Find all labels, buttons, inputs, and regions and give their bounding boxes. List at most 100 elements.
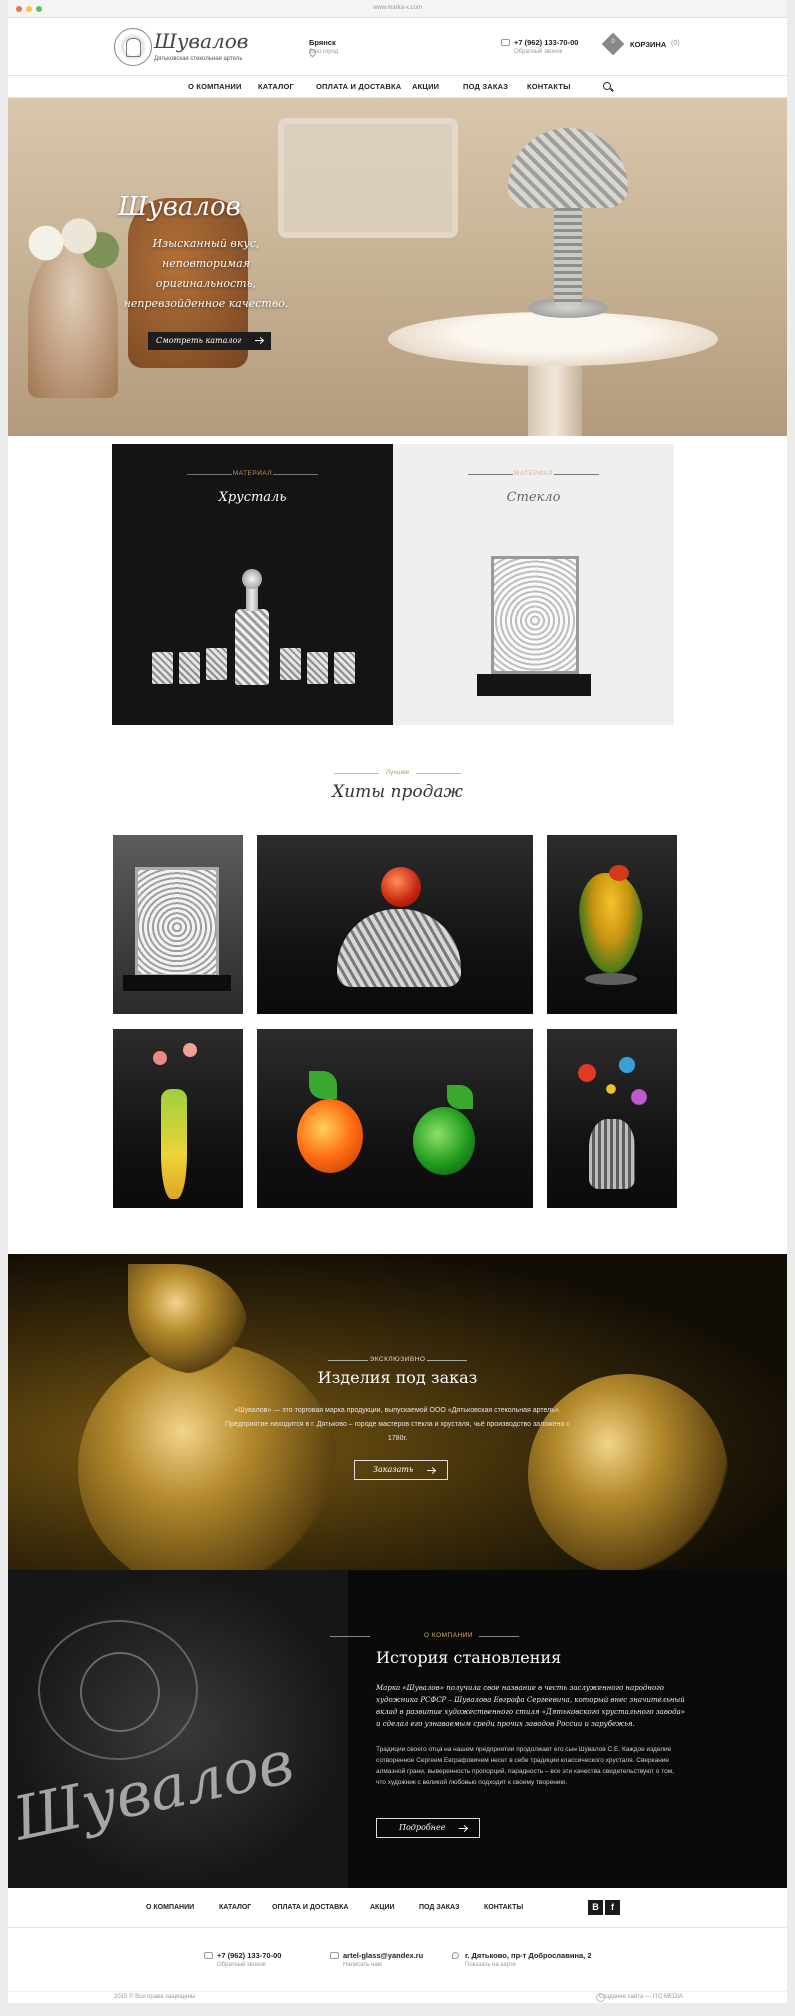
- leaf-image: [447, 1085, 473, 1109]
- hero-lamp-stem: [554, 206, 582, 306]
- nav-item-delivery[interactable]: ОПЛАТА И ДОСТАВКА: [316, 82, 401, 91]
- vase-image: [161, 1089, 187, 1199]
- custom-text: «Шувалов» — это торговая марка продукции…: [225, 1407, 570, 1442]
- rooster-comb: [609, 865, 629, 881]
- product-tile[interactable]: [547, 1029, 677, 1208]
- copyright-text: 2015 © Все права защищены: [114, 1994, 196, 2000]
- hero-flowers-image: [13, 208, 123, 278]
- orange-apple-image: [297, 1099, 363, 1173]
- custom-title: Изделия под заказ: [317, 1368, 478, 1387]
- site: Шувалов Дятьковская стекольная артель Бр…: [8, 18, 787, 2003]
- bestsellers-title: Хиты продаж: [332, 782, 463, 802]
- history-section: Шувалов О КОМПАНИИ История становления М…: [8, 1570, 787, 1888]
- category-name[interactable]: Хрусталь: [112, 490, 393, 505]
- phone-number[interactable]: +7 (962) 133-70-00: [514, 38, 578, 47]
- arrow-right-icon: [459, 1828, 468, 1830]
- footer-map-link[interactable]: Показать на карте: [465, 1962, 516, 1968]
- phone-icon: [204, 1952, 213, 1959]
- footer-phone-number[interactable]: +7 (962) 133-70-00: [217, 1951, 281, 1960]
- footer-nav-about[interactable]: О КОМПАНИИ: [146, 1904, 194, 1911]
- category-name[interactable]: Стекло: [393, 490, 674, 505]
- custom-order-section: ЭКСКЛЮЗИВНО Изделия под заказ «Шувалов» …: [8, 1254, 787, 1570]
- nav-item-about[interactable]: О КОМПАНИИ: [188, 82, 242, 91]
- category-glass[interactable]: МАТЕРИАЛ Стекло: [393, 444, 674, 725]
- mail-icon: [330, 1952, 339, 1959]
- vk-icon[interactable]: В: [588, 1900, 603, 1915]
- more-button[interactable]: Подробнее: [376, 1818, 481, 1838]
- product-tile[interactable]: [257, 835, 533, 1014]
- browser-chrome: www.marka-x.com: [8, 0, 787, 18]
- footer-nav-custom[interactable]: ПОД ЗАКАЗ: [419, 1904, 459, 1911]
- category-kicker: МАТЕРИАЛ: [393, 470, 674, 477]
- footer-email-address[interactable]: artel-glass@yandex.ru: [343, 1951, 423, 1960]
- nav-item-custom[interactable]: ПОД ЗАКАЗ: [463, 82, 508, 91]
- history-kicker: О КОМПАНИИ: [329, 1632, 520, 1639]
- rooster-base: [585, 973, 637, 985]
- callback-link[interactable]: Обратный звонок: [514, 49, 563, 55]
- product-tile[interactable]: [547, 835, 677, 1014]
- product-tile[interactable]: [113, 1029, 243, 1208]
- city-caption: Ваш город: [309, 49, 339, 55]
- glass-image: [179, 652, 200, 684]
- glass-image: [280, 648, 301, 680]
- footer-nav-delivery[interactable]: ОПЛАТА И ДОСТАВКА: [272, 1904, 349, 1911]
- glass-rooster-image: [579, 873, 643, 973]
- footer-nav: О КОМПАНИИ КАТАЛОГ ОПЛАТА И ДОСТАВКА АКЦ…: [8, 1888, 787, 1928]
- nav-item-contacts[interactable]: КОНТАКТЫ: [527, 82, 571, 91]
- facebook-icon[interactable]: f: [605, 1900, 620, 1915]
- crest-icon: [114, 28, 152, 66]
- order-button[interactable]: Заказать: [354, 1460, 449, 1480]
- main-nav: О КОМПАНИИ КАТАЛОГ ОПЛАТА И ДОСТАВКА АКЦ…: [8, 76, 787, 98]
- search-icon[interactable]: [603, 82, 611, 90]
- view-catalog-button[interactable]: Смотреть каталог: [148, 332, 272, 350]
- glass-image: [152, 652, 173, 684]
- crystal-hedgehog-image: [337, 909, 461, 987]
- address-bar[interactable]: www.marka-x.com: [8, 5, 787, 11]
- cart-label[interactable]: КОРЗИНА: [630, 40, 666, 49]
- glass-flowers-image: [571, 1049, 651, 1129]
- custom-kicker: ЭКСКЛЮЗИВНО: [8, 1356, 787, 1363]
- leaf-image: [309, 1071, 337, 1099]
- hero-tagline: Изысканный вкус, неповторимая оригинальн…: [123, 237, 289, 310]
- glass-image: [334, 652, 355, 684]
- phone-icon: [501, 39, 510, 46]
- glass-image: [206, 648, 227, 680]
- footer-nav-catalog[interactable]: КАТАЛОГ: [219, 1904, 251, 1911]
- history-paragraph-2: Традиции своего отца на нашем предприяти…: [376, 1746, 674, 1786]
- panel-stand: [123, 975, 231, 991]
- logo-script: Шувалов: [154, 29, 249, 53]
- footer-contacts: +7 (962) 133-70-00 Обратный звонок artel…: [8, 1929, 787, 1991]
- footer-email-caption[interactable]: Написать нам: [343, 1962, 382, 1968]
- glass-icon-panel-image: [491, 556, 579, 674]
- city-name[interactable]: Брянск: [309, 38, 336, 47]
- cart-count: (0): [671, 40, 680, 47]
- site-header: Шувалов Дятьковская стекольная артель Бр…: [8, 18, 787, 76]
- bestsellers-kicker: Лучшее: [8, 769, 787, 776]
- category-crystal[interactable]: МАТЕРИАЛ Хрусталь: [112, 444, 393, 725]
- product-tile[interactable]: [257, 1029, 533, 1208]
- flower-image: [183, 1043, 197, 1057]
- copyright-bar: 2015 © Все права защищены Создание сайта…: [8, 1991, 787, 2003]
- nav-item-promo[interactable]: АКЦИИ: [412, 82, 439, 91]
- hero-title: Шувалов: [118, 192, 241, 222]
- clear-vase-image: [589, 1119, 635, 1189]
- cart-badge: 0: [611, 39, 615, 45]
- glass-panel-image: [135, 867, 219, 977]
- footer-nav-contacts[interactable]: КОНТАКТЫ: [484, 1904, 523, 1911]
- footer-address-text[interactable]: г. Дятьково, пр-т Доброславина, 2: [465, 1951, 592, 1960]
- flower-image: [153, 1051, 167, 1065]
- footer-nav-promo[interactable]: АКЦИИ: [370, 1904, 395, 1911]
- order-label: Заказать: [373, 1465, 414, 1474]
- developer-credit[interactable]: Создание сайта — ITC MEDIA: [599, 1994, 683, 2000]
- view-catalog-label: Смотреть каталог: [156, 336, 242, 345]
- panel-base: [477, 674, 591, 696]
- nav-item-catalog[interactable]: КАТАЛОГ: [258, 82, 294, 91]
- history-title: История становления: [376, 1648, 562, 1667]
- hero-banner: Шувалов Изысканный вкус, неповторимая ор…: [8, 98, 787, 436]
- footer-phone-caption[interactable]: Обратный звонок: [217, 1962, 266, 1968]
- product-tile[interactable]: [113, 835, 243, 1014]
- hero-table-leg: [528, 356, 582, 436]
- logo[interactable]: Шувалов Дятьковская стекольная артель: [114, 26, 254, 68]
- arrow-right-icon: [427, 1470, 436, 1472]
- more-label: Подробнее: [399, 1823, 446, 1832]
